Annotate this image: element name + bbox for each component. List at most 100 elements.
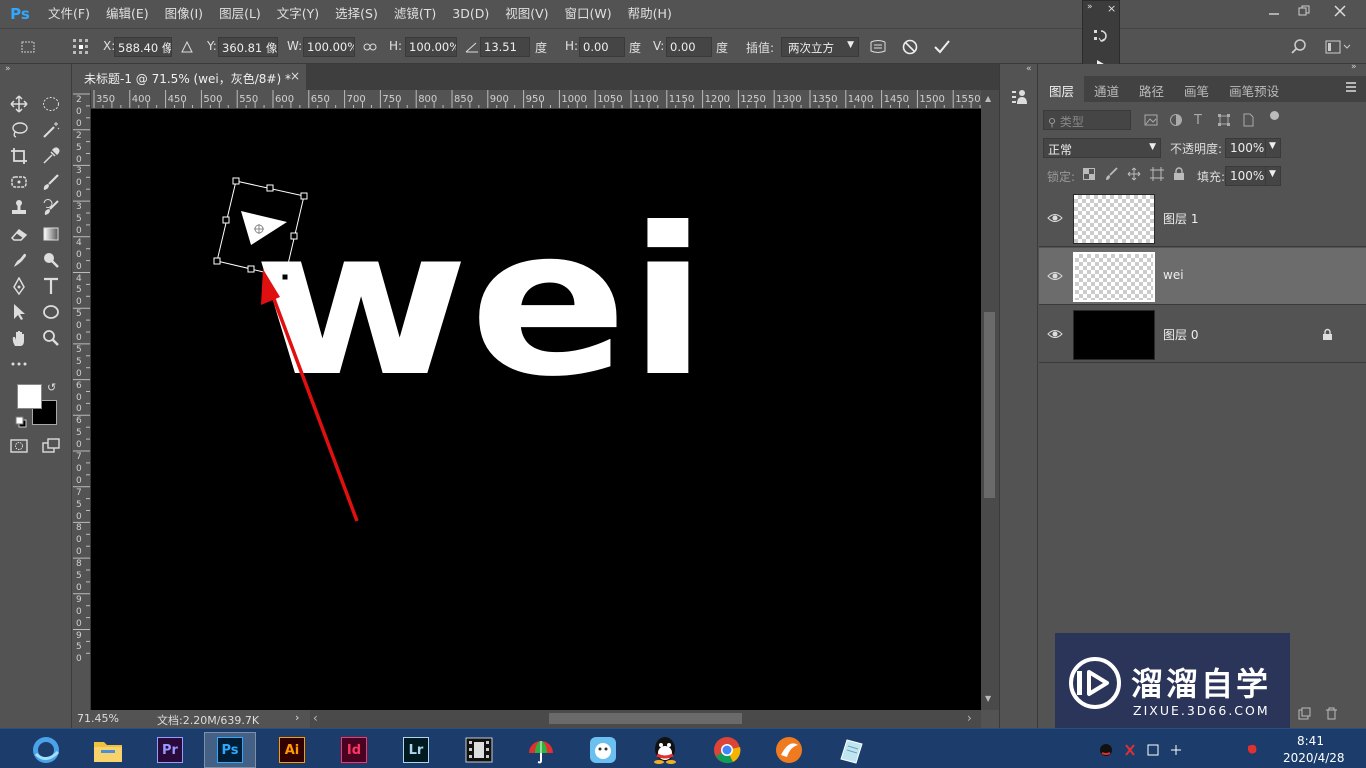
document-tab[interactable]: 未标题-1 @ 71.5% (wei，灰色/8#) * × <box>73 64 306 90</box>
lock-position-icon[interactable] <box>1127 167 1141 181</box>
visibility-eye-icon[interactable] <box>1047 324 1063 344</box>
filter-shape-icon[interactable] <box>1217 113 1231 127</box>
angle-field[interactable]: 13.51 <box>480 37 530 57</box>
taskbar-illustrator[interactable]: Ai <box>266 732 318 768</box>
status-menu-arrow-icon[interactable]: › <box>295 711 299 724</box>
taskbar-qq[interactable] <box>639 732 691 768</box>
layer-thumbnail[interactable] <box>1073 252 1155 302</box>
y-field[interactable]: 360.81 像素 <box>218 37 278 57</box>
lock-artboard-icon[interactable] <box>1150 167 1164 181</box>
vertical-ruler[interactable]: 2002503003504004505005506006507007508008… <box>73 90 91 710</box>
menu-edit[interactable]: 编辑(E) <box>98 0 157 28</box>
close-button[interactable] <box>1323 0 1357 22</box>
delta-icon[interactable] <box>177 37 197 57</box>
taskbar-explorer[interactable] <box>82 732 134 768</box>
crop-tool-icon[interactable] <box>6 144 32 168</box>
history-brush-icon[interactable] <box>38 196 64 220</box>
taskbar-umbrella-app[interactable] <box>515 732 567 768</box>
menu-layer[interactable]: 图层(L) <box>211 0 269 28</box>
dodge-tool-icon[interactable] <box>38 248 64 272</box>
menu-image[interactable]: 图像(I) <box>157 0 211 28</box>
vskew-field[interactable]: 0.00 <box>666 37 712 57</box>
layer-name[interactable]: 图层 0 <box>1163 326 1198 343</box>
horizontal-scroll-thumb[interactable] <box>549 713 742 724</box>
magic-wand-icon[interactable] <box>38 118 64 142</box>
taskbar-premiere[interactable]: Pr <box>144 732 196 768</box>
delete-layer-icon[interactable] <box>1325 707 1338 720</box>
hand-tool-icon[interactable] <box>6 326 32 350</box>
system-tray-icons[interactable] <box>1098 740 1268 760</box>
scroll-right-icon[interactable]: › <box>967 711 972 725</box>
panel-collapse-icon[interactable]: » <box>1351 62 1357 72</box>
type-tool-icon[interactable] <box>38 274 64 298</box>
layer-name[interactable]: 图层 1 <box>1163 210 1198 227</box>
scroll-up-icon[interactable]: ▲ <box>985 94 991 103</box>
horizontal-ruler[interactable]: 350 400 450 500 550 600 650 700 750 800 850 900 950 1… <box>91 90 981 109</box>
fill-slider-toggle[interactable]: ▼ <box>1265 166 1281 186</box>
layer-row-layer0[interactable]: 图层 0 <box>1039 306 1366 363</box>
mini-close-icon[interactable]: × <box>1107 2 1116 15</box>
cancel-transform-icon[interactable] <box>900 37 920 57</box>
more-tools-icon[interactable] <box>6 352 32 376</box>
new-layer-icon[interactable] <box>1298 707 1311 720</box>
layer-row-wei[interactable]: wei <box>1039 248 1366 305</box>
horizontal-scrollbar[interactable]: ‹ › <box>310 710 981 728</box>
search-icon[interactable] <box>1289 37 1309 57</box>
eyedropper-icon[interactable] <box>38 144 64 168</box>
x-field[interactable]: 588.40 像素 <box>114 37 172 57</box>
hskew-field[interactable]: 0.00 <box>579 37 625 57</box>
fill-field[interactable]: 100% <box>1225 166 1269 186</box>
pen-tool-icon[interactable] <box>6 274 32 298</box>
toolbar-collapse-icon[interactable]: » <box>5 64 11 74</box>
tab-brush-presets[interactable]: 画笔预设 <box>1219 76 1289 102</box>
opacity-field[interactable]: 100% <box>1225 138 1269 158</box>
menu-view[interactable]: 视图(V) <box>497 0 556 28</box>
elliptical-marquee-icon[interactable] <box>38 92 64 116</box>
tab-brush[interactable]: 画笔 <box>1174 76 1219 102</box>
layer-thumbnail[interactable] <box>1073 194 1155 244</box>
vertical-scrollbar[interactable]: ▲ ▼ <box>981 90 999 710</box>
taskbar-indesign[interactable]: Id <box>328 732 380 768</box>
clock-time[interactable]: 8:41 <box>1297 734 1324 748</box>
filter-smart-object-icon[interactable] <box>1241 113 1255 127</box>
quick-mask-icon[interactable] <box>6 434 32 458</box>
h-field[interactable]: 100.00% <box>405 37 457 57</box>
panel-menu-icon[interactable] <box>1345 81 1357 93</box>
tab-channels[interactable]: 通道 <box>1084 76 1129 102</box>
w-field[interactable]: 100.00% <box>303 37 355 57</box>
brush-tool-icon[interactable] <box>38 170 64 194</box>
menu-help[interactable]: 帮助(H) <box>620 0 680 28</box>
spot-healing-icon[interactable] <box>6 170 32 194</box>
zoom-tool-icon[interactable] <box>38 326 64 350</box>
filter-adjustment-icon[interactable] <box>1169 113 1183 127</box>
clock-date[interactable]: 2020/4/28 <box>1283 751 1345 765</box>
default-colors-icon[interactable] <box>15 416 27 428</box>
taskbar-chat-bird[interactable] <box>577 732 629 768</box>
reference-point-icon[interactable] <box>71 37 91 57</box>
minimize-button[interactable] <box>1257 0 1291 22</box>
visibility-eye-icon[interactable] <box>1047 266 1063 286</box>
lasso-icon[interactable] <box>6 118 32 142</box>
scroll-left-icon[interactable]: ‹ <box>313 711 318 725</box>
layer-row-layer1[interactable]: 图层 1 <box>1039 190 1366 247</box>
taskbar-chrome[interactable] <box>701 732 753 768</box>
screen-mode-icon[interactable] <box>38 434 64 458</box>
lock-transparent-icon[interactable] <box>1083 168 1095 180</box>
opacity-slider-toggle[interactable]: ▼ <box>1265 138 1281 158</box>
taskbar-video-editor[interactable] <box>453 732 505 768</box>
filter-toggle-icon[interactable] <box>1270 111 1279 120</box>
swap-colors-icon[interactable]: ↺ <box>47 381 56 394</box>
filter-type-icon[interactable]: T <box>1194 113 1202 128</box>
vertical-scroll-thumb[interactable] <box>984 312 995 498</box>
zoom-level[interactable]: 71.45% <box>77 712 119 725</box>
warp-mode-icon[interactable] <box>868 37 888 57</box>
taskbar-notes-app[interactable] <box>825 732 877 768</box>
menu-3d[interactable]: 3D(D) <box>444 0 497 28</box>
document-canvas[interactable]: wei <box>91 109 981 710</box>
move-tool-icon[interactable] <box>6 92 32 116</box>
visibility-eye-icon[interactable] <box>1047 208 1063 228</box>
menu-file[interactable]: 文件(F) <box>40 0 98 28</box>
filter-pixel-icon[interactable] <box>1144 113 1158 127</box>
taskbar-fox-app[interactable] <box>763 732 815 768</box>
commit-transform-icon[interactable] <box>932 37 952 57</box>
